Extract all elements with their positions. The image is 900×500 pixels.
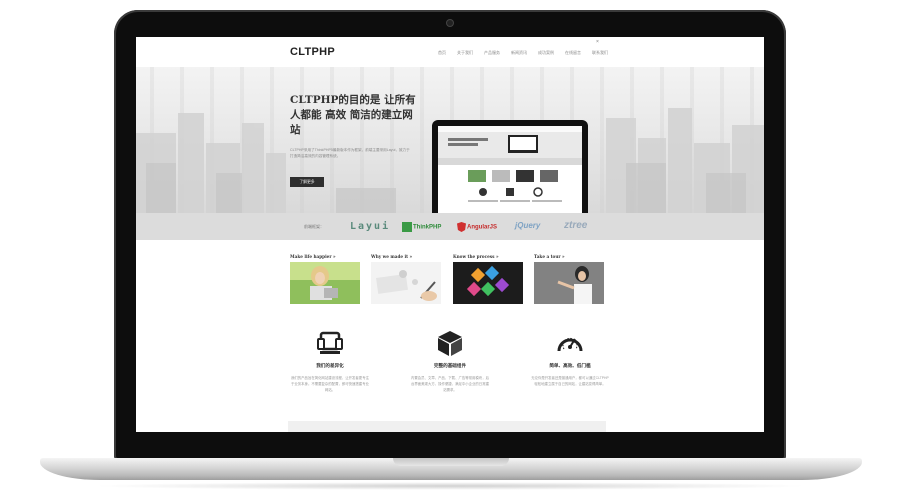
gauge-icon: [556, 329, 584, 357]
nav-item-news[interactable]: 新闻资讯: [511, 50, 527, 56]
ztree-logo: ztree: [564, 220, 588, 231]
feature-card[interactable]: Know the process »: [453, 254, 523, 304]
cube-icon: [436, 329, 464, 357]
feature-image-sketch: [371, 262, 441, 304]
laptop-screen: CLTPHP 首页 关于我们 产品服务 新闻资讯 成功案例 在线留言 联系我们 …: [136, 37, 764, 432]
feature-link[interactable]: Make life happier »: [290, 254, 360, 259]
column-components: 完整的基础组件 内置会员、文章、产品、下载、广告等常用模块，后台界面美观大方，操…: [410, 329, 490, 393]
feature-image-girl-laptop: [290, 262, 360, 304]
hero-laptop-screen: [438, 126, 582, 214]
thinkphp-logo-icon: [402, 222, 412, 232]
feature-card[interactable]: Why we made it »: [371, 254, 441, 304]
nav-item-home[interactable]: 首页: [438, 50, 446, 56]
laptop-mockup: CLTPHP 首页 关于我们 产品服务 新闻资讯 成功案例 在线留言 联系我们 …: [0, 0, 900, 500]
column-differentiation: 我们的差异化 我们的产品旨在简化网站建设流程，让开发者更专注于业务本身。不需要复…: [290, 329, 370, 393]
nav-item-message[interactable]: 在线留言: [565, 50, 581, 56]
column-text: 无论你是开发者还是普通用户，都可以通过CLTPHP轻松地建立属于自己的网站，让建…: [531, 376, 609, 386]
hero-laptop-lid: [432, 120, 588, 220]
camera-icon: [447, 20, 453, 26]
laptop-base-notch: [393, 458, 509, 466]
site-header: CLTPHP 首页 关于我们 产品服务 新闻资讯 成功案例 在线留言 联系我们 …: [136, 37, 764, 67]
column-text: 我们的产品旨在简化网站建设流程，让开发者更专注于业务本身。不需要复杂的配置，即可…: [291, 376, 369, 392]
feature-card[interactable]: Take a tour »: [534, 254, 604, 304]
close-icon[interactable]: ×: [596, 39, 599, 45]
angular-shield-icon: [457, 222, 466, 232]
column-title: 我们的差异化: [316, 363, 344, 368]
column-title: 完整的基础组件: [433, 363, 467, 368]
nav-item-cases[interactable]: 成功案例: [538, 50, 554, 56]
jquery-logo: jQuery: [515, 221, 541, 230]
site-logo[interactable]: CLTPHP: [290, 46, 335, 58]
device-icon: [316, 329, 344, 357]
hero-title: CLTPHP的目的是 让所有人都能 高效 简洁的建立网站: [290, 94, 416, 136]
hero-laptop-preview: [438, 126, 582, 202]
nav-item-contact[interactable]: 联系我们: [592, 50, 608, 56]
column-title: 简单、高效、低门槛: [549, 363, 591, 368]
feature-card[interactable]: Make life happier »: [290, 254, 360, 304]
tech-logo-strip: 前端框架： Layui ThinkPHP AngularJS jQuery zt…: [136, 213, 764, 240]
footer-bar: [288, 421, 606, 432]
column-simple: 简单、高效、低门槛 无论你是开发者还是普通用户，都可以通过CLTPHP轻松地建立…: [530, 329, 610, 387]
angularjs-logo: AngularJS: [457, 222, 497, 232]
learn-more-button[interactable]: 了解更多: [290, 177, 324, 187]
nav-item-products[interactable]: 产品服务: [484, 50, 500, 56]
feature-link[interactable]: Take a tour »: [534, 254, 604, 259]
feature-link[interactable]: Why we made it »: [371, 254, 441, 259]
feature-image-woman: [534, 262, 604, 304]
thinkphp-logo: ThinkPHP: [402, 222, 441, 232]
feature-link[interactable]: Know the process »: [453, 254, 523, 259]
main-nav: 首页 关于我们 产品服务 新闻资讯 成功案例 在线留言 联系我们: [438, 50, 608, 56]
thinkphp-logo-text: ThinkPHP: [413, 224, 442, 231]
feature-image-process: [453, 262, 523, 304]
tech-label: 前端框架：: [304, 224, 324, 229]
hero-section: CLTPHP的目的是 让所有人都能 高效 简洁的建立网站 CLTPHP采用了Th…: [136, 67, 764, 226]
layui-logo: Layui: [350, 221, 391, 232]
column-text: 内置会员、文章、产品、下载、广告等常用模块，后台界面美观大方，操作便捷，满足中小…: [411, 376, 489, 392]
nav-item-about[interactable]: 关于我们: [457, 50, 473, 56]
laptop-shadow: [90, 482, 810, 490]
hero-description: CLTPHP采用了ThinkPHP5最新版本作为框架，前端主要采用Layui，致…: [290, 148, 410, 158]
angularjs-logo-text: AngularJS: [467, 224, 498, 231]
